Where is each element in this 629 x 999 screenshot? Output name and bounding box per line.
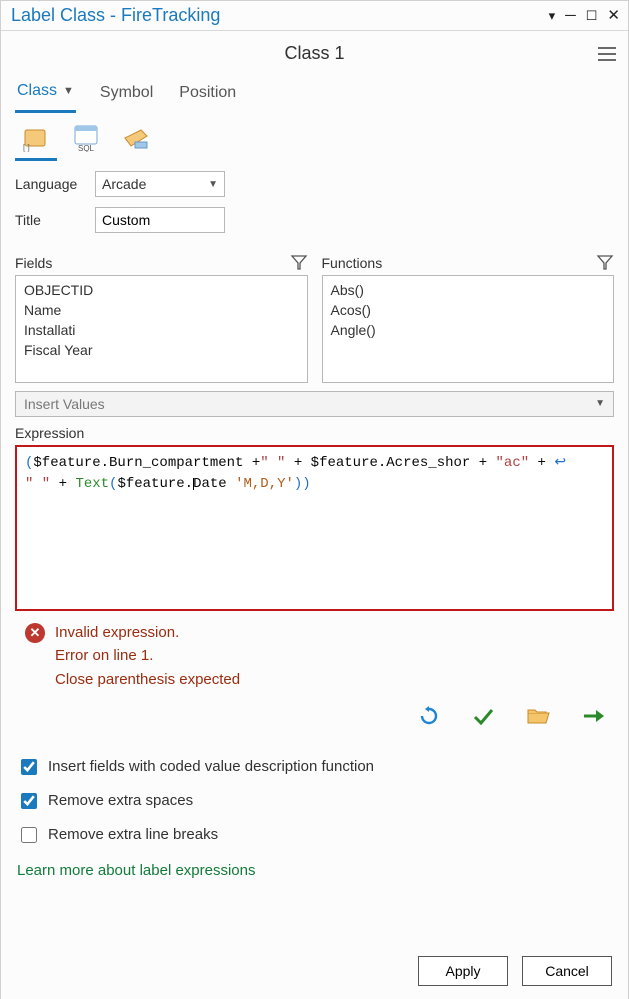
title-label: Title bbox=[15, 212, 85, 228]
expr-token: " " bbox=[260, 455, 285, 471]
learn-more-link[interactable]: Learn more about label expressions bbox=[1, 852, 628, 879]
error-line: Close parenthesis expected bbox=[55, 668, 240, 691]
caret-down-icon: ▼ bbox=[208, 179, 218, 190]
error-line: Error on line 1. bbox=[55, 644, 240, 667]
caret-down-icon: ▼ bbox=[595, 398, 605, 409]
check-row[interactable]: Insert fields with coded value descripti… bbox=[17, 750, 612, 784]
remove-breaks-checkbox[interactable] bbox=[21, 827, 37, 843]
maximize-icon[interactable]: ☐ bbox=[586, 9, 598, 22]
arrow-right-icon[interactable] bbox=[582, 705, 604, 730]
remove-spaces-label: Remove extra spaces bbox=[48, 792, 193, 809]
expression-actions bbox=[1, 691, 628, 730]
validate-icon[interactable] bbox=[472, 705, 494, 730]
remove-breaks-label: Remove extra line breaks bbox=[48, 826, 218, 843]
list-item[interactable]: Angle() bbox=[323, 320, 614, 340]
folder-open-icon[interactable] bbox=[526, 705, 550, 730]
expr-token: 'M,D,Y' bbox=[235, 476, 294, 492]
tab-symbol[interactable]: Symbol bbox=[98, 76, 155, 113]
tab-position[interactable]: Position bbox=[177, 76, 238, 113]
insert-values-label: Insert Values bbox=[24, 396, 105, 412]
expr-token: "ac" bbox=[496, 455, 530, 471]
window-controls: ▾ ─ ☐ ✕ bbox=[549, 8, 620, 23]
tag-tab-icon[interactable] bbox=[115, 122, 157, 161]
svg-text:SQL: SQL bbox=[78, 144, 95, 152]
main-tabs: Class ▼ Symbol Position bbox=[1, 76, 628, 114]
error-line: Invalid expression. bbox=[55, 621, 240, 644]
sql-tab-icon[interactable]: SQL bbox=[65, 122, 107, 161]
expression-label: Expression bbox=[1, 417, 628, 445]
expression-tab-icon[interactable]: [ ] bbox=[15, 122, 57, 161]
coded-values-checkbox[interactable] bbox=[21, 759, 37, 775]
expr-token: + $feature.Acres_shor + bbox=[285, 455, 495, 471]
lists-row: Fields OBJECTID Name Installati Fiscal Y… bbox=[1, 233, 628, 383]
label-class-panel: Label Class - FireTracking ▾ ─ ☐ ✕ Class… bbox=[0, 0, 629, 999]
list-item[interactable]: OBJECTID bbox=[16, 280, 307, 300]
language-value: Arcade bbox=[102, 176, 146, 192]
sub-tabs: [ ] SQL bbox=[1, 114, 628, 161]
language-label: Language bbox=[15, 176, 85, 192]
tab-class[interactable]: Class ▼ bbox=[15, 76, 76, 113]
window-title: Label Class - FireTracking bbox=[11, 5, 549, 26]
insert-values-select[interactable]: Insert Values ▼ bbox=[15, 391, 614, 417]
filter-icon[interactable] bbox=[596, 253, 614, 271]
expr-token: + bbox=[50, 476, 75, 492]
list-item[interactable]: Acos() bbox=[323, 300, 614, 320]
minimize-icon[interactable]: ─ bbox=[565, 8, 576, 23]
error-icon: ✕ bbox=[25, 623, 45, 643]
expr-token: $feature. bbox=[117, 476, 193, 492]
expression-editor[interactable]: ($feature.Burn_compartment +" " + $featu… bbox=[15, 445, 614, 611]
coded-values-label: Insert fields with coded value descripti… bbox=[48, 758, 374, 775]
title-row: Title bbox=[1, 197, 628, 233]
remove-spaces-checkbox[interactable] bbox=[21, 793, 37, 809]
functions-column: Functions Abs() Acos() Angle() bbox=[322, 253, 615, 383]
chevron-down-icon: ▼ bbox=[63, 85, 74, 97]
class-name-label: Class 1 bbox=[284, 43, 344, 63]
title-bar: Label Class - FireTracking ▾ ─ ☐ ✕ bbox=[1, 1, 628, 31]
expr-token: $feature.Burn_compartment + bbox=[33, 455, 260, 471]
expr-token: Date bbox=[193, 476, 235, 492]
list-item[interactable]: Name bbox=[16, 300, 307, 320]
apply-button[interactable]: Apply bbox=[418, 956, 508, 986]
cancel-button[interactable]: Cancel bbox=[522, 956, 612, 986]
list-item[interactable]: Abs() bbox=[323, 280, 614, 300]
tab-symbol-label: Symbol bbox=[100, 84, 153, 102]
fields-column: Fields OBJECTID Name Installati Fiscal Y… bbox=[15, 253, 308, 383]
fields-label: Fields bbox=[15, 255, 52, 271]
expr-token: + bbox=[529, 455, 554, 471]
expr-token: )) bbox=[294, 476, 311, 492]
footer: Apply Cancel bbox=[1, 944, 628, 999]
title-input[interactable] bbox=[95, 207, 225, 233]
close-icon[interactable]: ✕ bbox=[607, 8, 620, 23]
svg-text:[ ]: [ ] bbox=[23, 143, 30, 152]
tab-class-label: Class bbox=[17, 82, 57, 100]
revert-icon[interactable] bbox=[418, 705, 440, 730]
filter-icon[interactable] bbox=[290, 253, 308, 271]
expr-token: Text bbox=[75, 476, 109, 492]
class-header: Class 1 bbox=[1, 31, 628, 76]
options-checks: Insert fields with coded value descripti… bbox=[1, 730, 628, 852]
wrap-icon: ↩ bbox=[554, 455, 566, 471]
functions-listbox[interactable]: Abs() Acos() Angle() bbox=[322, 275, 615, 383]
dropdown-icon[interactable]: ▾ bbox=[549, 9, 556, 22]
error-messages: Invalid expression. Error on line 1. Clo… bbox=[55, 621, 240, 691]
error-block: ✕ Invalid expression. Error on line 1. C… bbox=[1, 611, 628, 691]
list-item[interactable]: Fiscal Year bbox=[16, 340, 307, 360]
language-row: Language Arcade ▼ bbox=[1, 161, 628, 197]
check-row[interactable]: Remove extra line breaks bbox=[17, 818, 612, 852]
list-item[interactable]: Installati bbox=[16, 320, 307, 340]
fields-listbox[interactable]: OBJECTID Name Installati Fiscal Year bbox=[15, 275, 308, 383]
check-row[interactable]: Remove extra spaces bbox=[17, 784, 612, 818]
tab-position-label: Position bbox=[179, 84, 236, 102]
expr-token: " " bbox=[25, 476, 50, 492]
text-cursor bbox=[193, 478, 194, 490]
functions-label: Functions bbox=[322, 255, 383, 271]
hamburger-menu-icon[interactable] bbox=[598, 47, 616, 61]
language-select[interactable]: Arcade ▼ bbox=[95, 171, 225, 197]
